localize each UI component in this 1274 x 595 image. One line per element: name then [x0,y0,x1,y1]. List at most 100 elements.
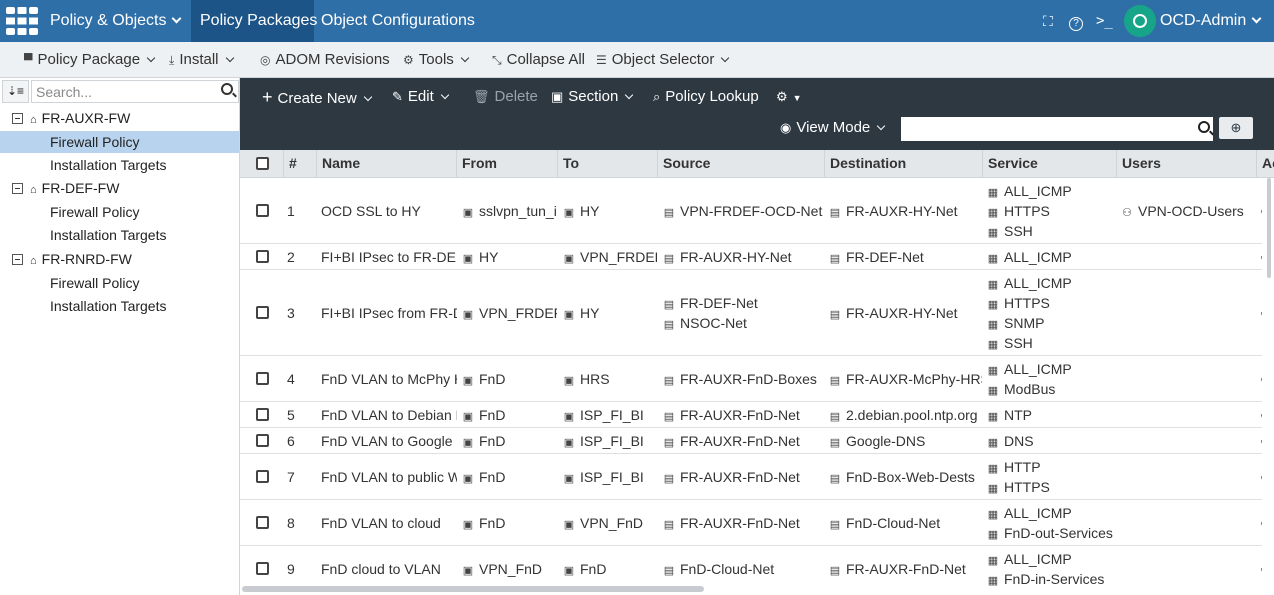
cell-destination-object[interactable]: ▤ FR-AUXR-HY-Net [829,201,982,221]
collapse-toggle-icon[interactable] [12,113,23,124]
cell-service-object[interactable]: ▦ ALL_ICMP [987,181,1116,201]
cell-service-object[interactable]: ▦ FnD-out-Services [987,523,1116,543]
table-row[interactable]: 4 FnD VLAN to McPhy H ▣ FnD ▣ HRS ▤ FR-AUXR-FnD… [240,356,1262,402]
cell-service-object[interactable]: ▦ SSH [987,221,1116,241]
cell-service-object[interactable]: ▦ ALL_ICMP [987,549,1116,569]
object-selector-button[interactable]: ☰ Object Selector [596,42,730,78]
row-checkbox[interactable] [256,250,269,263]
collapse-all-button[interactable]: ⤡ Collapse All [492,42,585,78]
cell-source-object[interactable]: ▤ FR-AUXR-FnD-Net [663,513,824,533]
row-checkbox[interactable] [256,434,269,447]
cell-service-object[interactable]: ▦ SSH [987,333,1116,353]
edit-button[interactable]: ✎ Edit [392,86,450,108]
table-row[interactable]: 7 FnD VLAN to public W ▣ FnD ▣ ISP_FI_BI ▤ FR-A… [240,454,1262,500]
tree-item-installation-targets[interactable]: Installation Targets [0,224,239,246]
cell-service-object[interactable]: ▦ HTTPS [987,201,1116,221]
cell-destination-object[interactable]: ▤ FR-DEF-Net [829,247,982,267]
advanced-search-button[interactable]: ⊕ [1219,117,1253,139]
column-header-source[interactable]: Source [657,150,824,178]
cell-source-object[interactable]: ▤ FR-DEF-Net [663,293,824,313]
cell-destination-object[interactable]: ▤ Google-DNS [829,431,982,451]
cell-service-object[interactable]: ▦ HTTPS [987,293,1116,313]
column-header-from[interactable]: From [456,150,557,178]
collapse-toggle-icon[interactable] [12,254,23,265]
install-button[interactable]: ⤓ Install [169,42,234,78]
column-header-name[interactable]: Name [316,150,456,178]
cell-destination-object[interactable]: ▤ FR-AUXR-FnD-Net [829,559,982,579]
tree-item-firewall-policy[interactable]: Firewall Policy [0,272,239,294]
tree-device-fr-rnrd-fw[interactable]: ⌂ FR-RNRD-FW [12,249,132,269]
table-row[interactable]: 5 FnD VLAN to Debian N ▣ FnD ▣ ISP_FI_BI ▤ FR-A… [240,402,1262,428]
view-mode-button[interactable]: ◉ View Mode [780,117,886,139]
avatar[interactable] [1124,5,1156,37]
cell-service-object[interactable]: ▦ DNS [987,431,1116,451]
horizontal-scrollbar[interactable] [242,586,704,592]
tree-item-firewall-policy[interactable]: Firewall Policy [0,131,239,153]
collapse-toggle-icon[interactable] [12,183,23,194]
section-button[interactable]: ▣ Section [551,86,634,108]
tree-item-installation-targets[interactable]: Installation Targets [0,295,239,317]
table-row[interactable]: 3 FI+BI IPsec from FR-D ▣ VPN_FRDEF ▣ HY ▤ FR-D… [240,270,1262,356]
row-checkbox[interactable] [256,372,269,385]
column-header-users[interactable]: Users [1116,150,1256,178]
table-row[interactable]: 9 FnD cloud to VLAN ▣ VPN_FnD ▣ FnD ▤ FnD-Cloud… [240,546,1262,586]
table-row[interactable]: 1 OCD SSL to HY ▣ sslvpn_tun_ir ▣ HY ▤ VPN-FRDE… [240,178,1262,244]
table-row[interactable]: 6 FnD VLAN to Google D ▣ FnD ▣ ISP_FI_BI ▤ FR-A… [240,428,1262,454]
cell-service-object[interactable]: ▦ SNMP [987,313,1116,333]
vertical-scrollbar[interactable] [1267,178,1271,278]
tab-policy-packages[interactable]: Policy Packages [191,0,317,42]
row-checkbox[interactable] [256,562,269,575]
cell-destination-object[interactable]: ▤ FR-AUXR-McPhy-HRS [829,369,982,389]
tools-button[interactable]: ⚙ Tools [403,42,470,78]
tab-object-configurations[interactable]: Object Configurations [321,0,475,42]
cell-service-object[interactable]: ▦ ALL_ICMP [987,503,1116,523]
table-row[interactable]: 2 FI+BI IPsec to FR-DEF ▣ HY ▣ VPN_FRDEF ▤ FR-A… [240,244,1262,270]
fullscreen-icon[interactable]: ⛶ [1043,0,1053,42]
cell-source-object[interactable]: ▤ NSOC-Net [663,313,824,333]
help-icon[interactable]: ? [1069,0,1083,42]
cell-destination-object[interactable]: ▤ FnD-Cloud-Net [829,513,982,533]
policy-lookup-button[interactable]: ⌕ Policy Lookup [653,86,759,108]
tree-device-fr-auxr-fw[interactable]: ⌂ FR-AUXR-FW [12,108,130,128]
cell-service-object[interactable]: ▦ HTTP [987,457,1116,477]
cell-service-object[interactable]: ▦ ALL_ICMP [987,273,1116,293]
cell-source-object[interactable]: ▤ FR-AUXR-FnD-Net [663,431,824,451]
cell-service-object[interactable]: ▦ ModBus [987,379,1116,399]
column-header-destination[interactable]: Destination [824,150,982,178]
settings-menu-button[interactable]: ⚙ ▼ [776,86,802,108]
cli-console-icon[interactable]: >_ [1096,0,1113,42]
tree-device-fr-def-fw[interactable]: ⌂ FR-DEF-FW [12,178,119,198]
cell-source-object[interactable]: ▤ FR-AUXR-FnD-Net [663,467,824,487]
tree-item-installation-targets[interactable]: Installation Targets [0,154,239,176]
delete-button[interactable]: 🗑 Delete [473,86,538,108]
cell-source-object[interactable]: ▤ FR-AUXR-FnD-Net [663,405,824,425]
row-checkbox[interactable] [256,204,269,217]
table-row[interactable]: 8 FnD VLAN to cloud ▣ FnD ▣ VPN_FnD ▤ FR-AUXR-F… [240,500,1262,546]
cell-source-object[interactable]: ▤ FnD-Cloud-Net [663,559,824,579]
row-checkbox[interactable] [256,470,269,483]
cell-service-object[interactable]: ▦ FnD-in-Services [987,569,1116,586]
cell-destination-object[interactable]: ▤ 2.debian.pool.ntp.org [829,405,982,425]
cell-destination-object[interactable]: ▤ FR-AUXR-HY-Net [829,303,982,323]
cell-service-object[interactable]: ▦ ALL_ICMP [987,359,1116,379]
policy-package-button[interactable]: ▀ Policy Package [24,42,156,78]
user-menu[interactable]: OCD-Admin [1160,0,1262,42]
filter-input[interactable] [901,117,1213,141]
cell-service-object[interactable]: ▦ NTP [987,405,1116,425]
select-all-checkbox[interactable] [256,157,269,170]
row-checkbox[interactable] [256,516,269,529]
search-icon[interactable] [221,83,233,95]
search-icon[interactable] [1198,121,1210,133]
fortinet-logo-icon[interactable] [6,6,38,36]
row-checkbox[interactable] [256,306,269,319]
cell-source-object[interactable]: ▤ FR-AUXR-FnD-Boxes [663,369,824,389]
cell-service-object[interactable]: ▦ HTTPS [987,477,1116,497]
tree-item-firewall-policy[interactable]: Firewall Policy [0,201,239,223]
sort-icon[interactable]: ⇣≡ [2,80,29,103]
row-checkbox[interactable] [256,408,269,421]
cell-source-object[interactable]: ▤ VPN-FRDEF-OCD-Net [663,201,824,221]
cell-service-object[interactable]: ▦ ALL_ICMP [987,247,1116,267]
column-header-to[interactable]: To [557,150,657,178]
column-header-action[interactable]: Ac [1256,150,1274,178]
create-new-button[interactable]: + Create New [262,86,372,108]
